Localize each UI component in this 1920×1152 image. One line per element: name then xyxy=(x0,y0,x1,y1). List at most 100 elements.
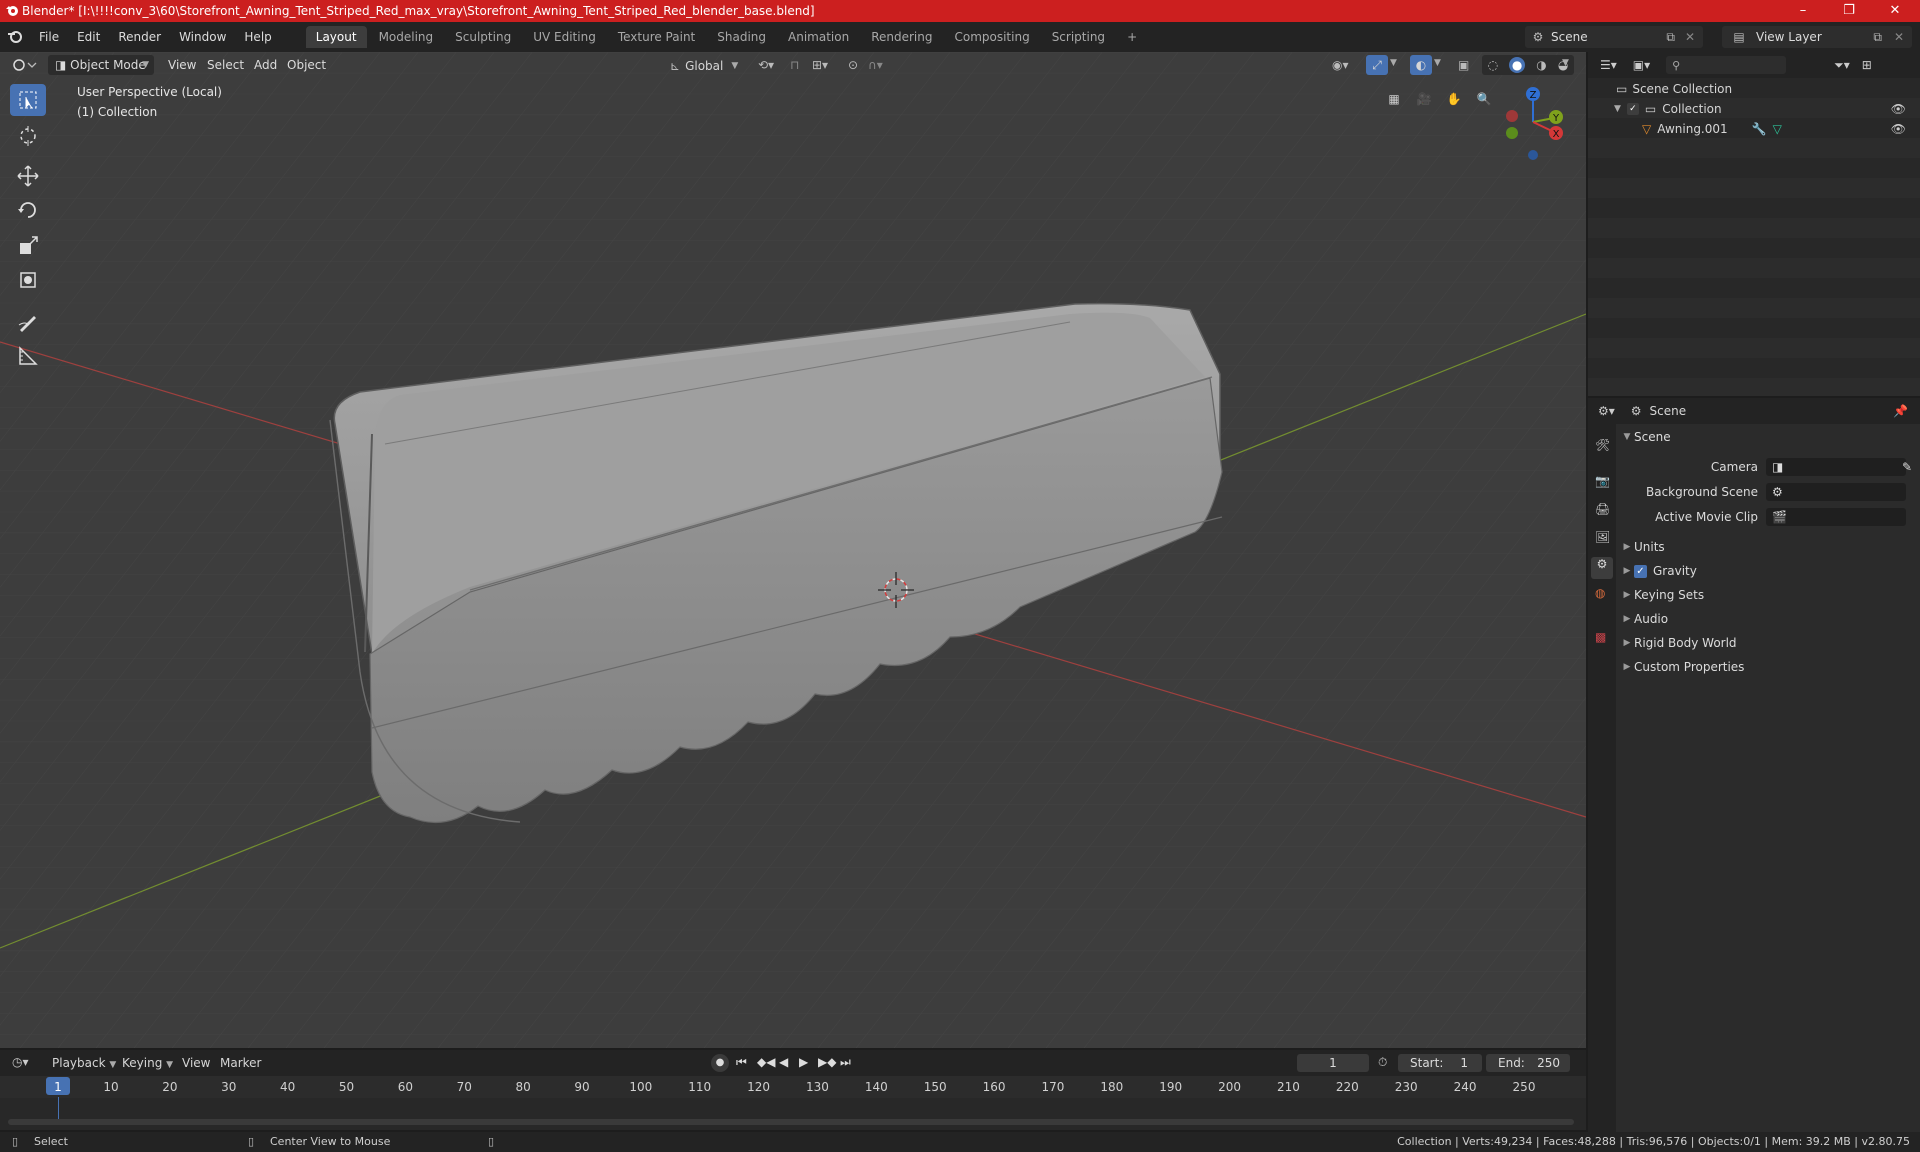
eyedropper-icon[interactable]: ✎ xyxy=(1902,460,1912,474)
tool-tab-icon[interactable]: 🛠 xyxy=(1595,438,1610,452)
snap-target-icon[interactable]: ⊞▾ xyxy=(812,58,828,72)
current-frame-field[interactable]: 1 xyxy=(1297,1054,1369,1072)
remove-scene-icon[interactable]: ✕ xyxy=(1685,30,1695,44)
timeline-menu-view[interactable]: View xyxy=(182,1056,210,1070)
timeline-editor-type-icon[interactable]: ◷▾ xyxy=(12,1055,29,1069)
menu-window[interactable]: Window xyxy=(170,22,235,52)
transform-tool[interactable] xyxy=(10,264,46,296)
output-tab-icon[interactable]: 🖨 xyxy=(1595,502,1610,516)
mesh-data-icon[interactable]: ▽ xyxy=(1773,122,1782,136)
background-scene-field[interactable]: ⚙ xyxy=(1766,483,1906,501)
play-reverse-icon[interactable]: ◀ xyxy=(779,1055,788,1069)
end-frame-field[interactable]: End: 250 xyxy=(1486,1054,1570,1072)
scene-panel-header[interactable]: ▼ Scene xyxy=(1620,426,1920,448)
xray-toggle-icon[interactable]: ▣ xyxy=(1458,58,1469,72)
play-icon[interactable]: ▶ xyxy=(799,1055,808,1069)
scale-tool[interactable] xyxy=(10,230,46,262)
timeline-scrollbar[interactable] xyxy=(8,1119,1574,1125)
menu-file[interactable]: File xyxy=(30,22,68,52)
navigation-gizmo[interactable]: Z Y X xyxy=(1496,82,1566,162)
tab-compositing[interactable]: Compositing xyxy=(944,26,1039,48)
zoom-view-button[interactable]: 🔍 xyxy=(1471,86,1497,112)
modifier-wrench-icon[interactable]: 🔧 xyxy=(1752,122,1767,136)
duplicate-view-layer-icon[interactable]: ⧉ xyxy=(1873,30,1882,45)
overlays-toggle-icon[interactable]: ◐ xyxy=(1410,55,1432,75)
toggle-grid-view-button[interactable]: ▦ xyxy=(1381,86,1407,112)
tab-layout[interactable]: Layout xyxy=(305,26,367,48)
select-box-tool[interactable] xyxy=(10,84,46,116)
timeline-menu-playback[interactable]: Playback ▼ xyxy=(52,1056,116,1070)
minimize-button[interactable]: – xyxy=(1780,0,1826,22)
viewport-menu-select[interactable]: Select xyxy=(200,58,251,72)
blender-menu-icon[interactable] xyxy=(0,29,30,46)
menu-help[interactable]: Help xyxy=(235,22,280,52)
units-panel[interactable]: ▶ Units xyxy=(1620,536,1920,558)
viewport-menu-view[interactable]: View xyxy=(161,58,203,72)
keying-sets-panel[interactable]: ▶ Keying Sets xyxy=(1620,584,1920,606)
previous-keyframe-icon[interactable]: ◆◀ xyxy=(757,1055,775,1069)
world-tab-icon[interactable]: ◍ xyxy=(1595,586,1605,600)
measure-tool[interactable] xyxy=(10,340,46,372)
next-keyframe-icon[interactable]: ▶◆ xyxy=(818,1055,836,1069)
outliner-search-input[interactable]: ⚲ xyxy=(1666,56,1787,74)
annotate-tool[interactable] xyxy=(10,306,46,338)
pivot-point-icon[interactable]: ⟲▾ xyxy=(758,58,774,72)
filter-icon[interactable]: ⏷▾ xyxy=(1834,58,1850,73)
outliner-editor-type-icon[interactable]: ☰▾ xyxy=(1600,58,1617,72)
remove-view-layer-icon[interactable]: ✕ xyxy=(1894,30,1904,44)
start-frame-field[interactable]: Start: 1 xyxy=(1398,1054,1482,1072)
active-movie-clip-field[interactable]: 🎬 xyxy=(1766,508,1906,526)
gravity-panel[interactable]: ▶ ✓ Gravity xyxy=(1620,560,1920,582)
duplicate-scene-icon[interactable]: ⧉ xyxy=(1666,30,1675,45)
wireframe-shading-icon[interactable]: ◌ xyxy=(1488,58,1498,72)
chevron-down-icon[interactable]: ▼ xyxy=(1562,58,1569,68)
material-shading-icon[interactable]: ◑ xyxy=(1536,58,1546,72)
menu-edit[interactable]: Edit xyxy=(68,22,109,52)
timeline-menu-marker[interactable]: Marker xyxy=(220,1056,261,1070)
expand-triangle-icon[interactable]: ▼ xyxy=(1614,104,1621,114)
outliner-scene-collection[interactable]: ▭ Scene Collection xyxy=(1616,82,1732,96)
render-tab-icon[interactable]: 📷 xyxy=(1595,474,1610,488)
stopwatch-icon[interactable]: ⏱ xyxy=(1378,1055,1387,1070)
tab-animation[interactable]: Animation xyxy=(778,26,859,48)
close-button[interactable]: ✕ xyxy=(1872,0,1918,22)
tab-sculpting[interactable]: Sculpting xyxy=(445,26,521,48)
jump-end-icon[interactable]: ⏭ xyxy=(840,1055,851,1070)
properties-editor-type-icon[interactable]: ⚙▾ xyxy=(1598,404,1615,418)
outliner-collection-row[interactable]: ▼ ✓ ▭ Collection 👁 xyxy=(1614,102,1920,116)
tab-uv-editing[interactable]: UV Editing xyxy=(523,26,606,48)
timeline-menu-keying[interactable]: Keying ▼ xyxy=(122,1056,173,1070)
scene-selector[interactable]: ⚙ Scene ⧉ ✕ xyxy=(1525,26,1703,48)
texture-tab-icon[interactable]: ▩ xyxy=(1595,630,1606,644)
collection-checkbox[interactable]: ✓ xyxy=(1626,103,1639,115)
mode-selector[interactable]: ◨ Object Mode ▼ xyxy=(48,55,154,75)
jump-start-icon[interactable]: ⏮ xyxy=(736,1055,747,1070)
editor-type-icon[interactable] xyxy=(10,56,38,77)
pan-view-button[interactable]: ✋ xyxy=(1441,86,1467,112)
audio-panel[interactable]: ▶ Audio xyxy=(1620,608,1920,630)
menu-render[interactable]: Render xyxy=(109,22,170,52)
tab-shading[interactable]: Shading xyxy=(707,26,776,48)
rigid-body-world-panel[interactable]: ▶ Rigid Body World xyxy=(1620,632,1920,654)
outliner-object-row[interactable]: ▽ Awning.001 🔧 ▽ 👁 xyxy=(1642,122,1920,136)
visibility-icon[interactable]: ◉▾ xyxy=(1332,58,1349,72)
record-button[interactable]: ● xyxy=(711,1054,729,1072)
view-layer-selector[interactable]: ▤ View Layer ⧉ ✕ xyxy=(1722,26,1912,48)
rotate-tool[interactable] xyxy=(10,194,46,226)
gizmo-toggle-icon[interactable]: ⤢ xyxy=(1366,55,1388,75)
cursor-tool[interactable] xyxy=(10,120,46,152)
view-layer-tab-icon[interactable]: 🖼 xyxy=(1595,530,1610,544)
snap-icon[interactable]: ⊓ xyxy=(790,58,799,72)
solid-shading-icon[interactable]: ● xyxy=(1509,57,1526,73)
add-workspace-button[interactable]: + xyxy=(1117,26,1147,48)
display-mode-icon[interactable]: ▣▾ xyxy=(1633,58,1650,72)
viewport-menu-object[interactable]: Object xyxy=(280,58,333,72)
transform-orientation[interactable]: ⊾ Global ▼ xyxy=(670,56,746,76)
falloff-icon[interactable]: ∩▾ xyxy=(868,58,883,72)
3d-viewport[interactable] xyxy=(0,52,1586,1048)
tab-scripting[interactable]: Scripting xyxy=(1042,26,1115,48)
tab-texture-paint[interactable]: Texture Paint xyxy=(608,26,705,48)
tab-rendering[interactable]: Rendering xyxy=(861,26,942,48)
chevron-down-icon[interactable]: ▼ xyxy=(1390,58,1397,68)
camera-view-button[interactable]: 🎥 xyxy=(1411,86,1437,112)
